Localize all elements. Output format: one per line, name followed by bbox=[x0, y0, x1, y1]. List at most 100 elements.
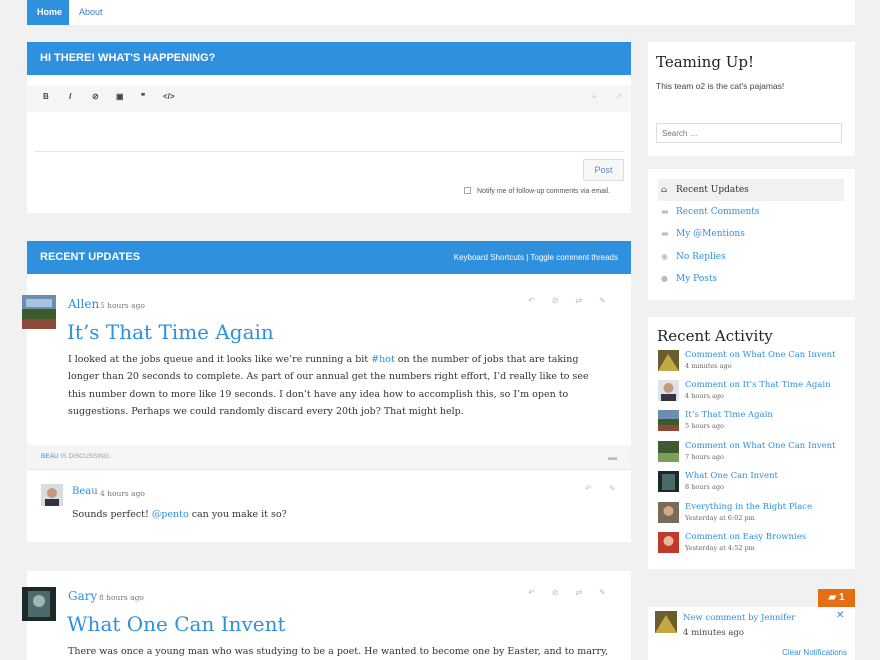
hashtag-link[interactable]: #hot bbox=[371, 354, 395, 365]
edit-icon[interactable]: ✎ bbox=[609, 484, 616, 493]
activity-date: 4 hours ago bbox=[685, 392, 724, 400]
menu-label: Recent Updates bbox=[676, 185, 749, 195]
post-time[interactable]: 8 hours ago bbox=[99, 593, 144, 602]
close-icon[interactable]: ✕ bbox=[836, 610, 844, 621]
comment-body: Sounds perfect! @pento can you make it s… bbox=[72, 506, 287, 523]
preview-icon[interactable]: ≡ bbox=[592, 92, 597, 101]
notification-badge[interactable]: ▰ 1 bbox=[818, 589, 855, 607]
post-box: HI THERE! WHAT'S HAPPENING? B I ⊘ ▣ ❞ </… bbox=[27, 42, 631, 213]
user-icon: ● bbox=[661, 274, 668, 283]
reply-icon[interactable]: ↶ bbox=[528, 296, 535, 305]
reply-icon[interactable]: ↶ bbox=[528, 588, 535, 597]
post-text: I looked at the jobs queue and it looks … bbox=[68, 354, 372, 365]
code-icon[interactable]: </> bbox=[163, 92, 175, 101]
activity-item[interactable]: Comment on What One Can Invent 7 hours ag… bbox=[658, 441, 854, 471]
activity-thumbnail bbox=[658, 502, 679, 523]
nav-home[interactable]: Home bbox=[27, 0, 69, 25]
post-title[interactable]: It’s That Time Again bbox=[67, 320, 274, 344]
comment-text: can you make it so? bbox=[188, 509, 287, 520]
reply-icon[interactable]: ↶ bbox=[585, 484, 592, 493]
activity-title[interactable]: Comment on What One Can Invent bbox=[685, 441, 836, 451]
activity-date: 5 hours ago bbox=[685, 422, 724, 430]
recent-updates-title: RECENT UPDATES bbox=[40, 251, 141, 263]
activity-item[interactable]: Comment on Easy Brownies Yesterday at 4:5… bbox=[658, 532, 854, 562]
activity-date: 7 hours ago bbox=[685, 453, 724, 461]
post-button[interactable]: Post bbox=[583, 159, 624, 181]
activity-item[interactable]: Comment on What One Can Invent 4 minutes … bbox=[658, 350, 854, 380]
expand-icon[interactable]: ↗ bbox=[615, 92, 622, 101]
keyboard-shortcuts-link[interactable]: Keyboard Shortcuts | Toggle comment thre… bbox=[454, 241, 618, 274]
menu-item-my-posts[interactable]: ● My Posts bbox=[658, 268, 844, 290]
post-textarea[interactable] bbox=[35, 114, 623, 150]
search-input[interactable] bbox=[656, 123, 842, 143]
activity-title[interactable]: Everything in the Right Place bbox=[685, 502, 812, 512]
activity-title[interactable]: Comment on It’s That Time Again bbox=[685, 380, 831, 390]
menu-item-recent-comments[interactable]: ▬ Recent Comments bbox=[658, 201, 844, 223]
menu-label: My @Mentions bbox=[676, 229, 745, 239]
post-box-heading: HI THERE! WHAT'S HAPPENING? bbox=[27, 42, 631, 75]
post-body: I looked at the jobs queue and it looks … bbox=[68, 351, 608, 420]
post-time[interactable]: 5 hours ago bbox=[100, 301, 145, 310]
post-author[interactable]: Allen bbox=[68, 297, 99, 311]
pin-icon[interactable]: ✎ bbox=[599, 588, 606, 597]
move-icon[interactable]: ⇄ bbox=[575, 296, 582, 305]
bold-icon[interactable]: B bbox=[43, 92, 49, 101]
menu-label: Recent Comments bbox=[676, 207, 760, 217]
recent-activity-title: Recent Activity bbox=[657, 327, 773, 345]
activity-date: Yesterday at 4:52 pm bbox=[685, 544, 755, 552]
move-icon[interactable]: ⇄ bbox=[575, 588, 582, 597]
link-icon[interactable]: ⊘ bbox=[552, 588, 559, 597]
home-icon: ⌂ bbox=[661, 185, 668, 194]
post-body: There was once a young man who was study… bbox=[68, 646, 608, 657]
notification-count: 1 bbox=[838, 592, 845, 603]
comments-icon: ▬ bbox=[661, 207, 669, 216]
menu-item-recent-updates[interactable]: ⌂ Recent Updates bbox=[658, 179, 844, 201]
activity-thumbnail bbox=[658, 410, 679, 431]
activity-item[interactable]: It’s That Time Again 5 hours ago bbox=[658, 410, 854, 440]
activity-title[interactable]: Comment on What One Can Invent bbox=[685, 350, 836, 360]
link-icon[interactable]: ⊘ bbox=[92, 92, 99, 101]
comment-actions: ↶ ✎ bbox=[568, 484, 615, 493]
pin-icon[interactable]: ✎ bbox=[599, 296, 606, 305]
comment-time[interactable]: 4 hours ago bbox=[100, 489, 145, 498]
clear-notifications-link[interactable]: Clear Notifications bbox=[782, 648, 847, 657]
image-icon[interactable]: ▣ bbox=[116, 92, 124, 101]
activity-title[interactable]: What One Can Invent bbox=[685, 471, 778, 481]
activity-thumbnail bbox=[658, 350, 679, 371]
italic-icon[interactable]: I bbox=[69, 92, 71, 101]
quote-icon[interactable]: ❞ bbox=[141, 92, 145, 101]
menu-item-mentions[interactable]: ▬ My @Mentions bbox=[658, 223, 844, 245]
editor-divider bbox=[35, 151, 623, 152]
menu-item-no-replies[interactable]: ◉ No Replies bbox=[658, 246, 844, 268]
menu-label: No Replies bbox=[676, 252, 726, 262]
link-icon[interactable]: ⊘ bbox=[552, 296, 559, 305]
activity-date: 8 hours ago bbox=[685, 483, 724, 491]
top-navigation: Home About bbox=[27, 0, 855, 25]
comments-icon[interactable]: ▬ bbox=[608, 445, 617, 469]
post-author[interactable]: Gary bbox=[68, 589, 97, 603]
avatar[interactable] bbox=[22, 587, 56, 621]
activity-item[interactable]: What One Can Invent 8 hours ago bbox=[658, 471, 854, 501]
notification-title[interactable]: New comment by Jennifer bbox=[683, 613, 795, 623]
post-title[interactable]: What One Can Invent bbox=[67, 612, 286, 636]
comment-author[interactable]: Beau bbox=[72, 486, 98, 497]
eye-icon: ◉ bbox=[661, 252, 668, 261]
recent-activity-widget: Recent Activity Comment on What One Can … bbox=[648, 317, 855, 569]
mention-link[interactable]: @pento bbox=[152, 509, 189, 520]
activity-item[interactable]: Comment on It’s That Time Again 4 hours a… bbox=[658, 380, 854, 410]
activity-item[interactable]: Everything in the Right Place Yesterday a… bbox=[658, 502, 854, 532]
activity-title[interactable]: Comment on Easy Brownies bbox=[685, 532, 806, 542]
activity-thumbnail bbox=[658, 380, 679, 401]
avatar[interactable] bbox=[41, 484, 63, 506]
activity-thumbnail bbox=[658, 532, 679, 553]
discussion-bar: BEAU IS DISCUSSING. ▬ bbox=[27, 445, 631, 469]
avatar[interactable] bbox=[22, 295, 56, 329]
notify-checkbox-row[interactable]: Notify me of follow-up comments via emai… bbox=[464, 187, 610, 195]
nav-about[interactable]: About bbox=[69, 0, 113, 25]
site-title[interactable]: Teaming Up! bbox=[656, 53, 754, 71]
notification-thumbnail bbox=[655, 611, 677, 633]
discussing-user[interactable]: BEAU bbox=[41, 453, 59, 460]
activity-title[interactable]: It’s That Time Again bbox=[685, 410, 773, 420]
notify-checkbox[interactable] bbox=[464, 187, 471, 194]
site-info-widget: Teaming Up! This team o2 is the cat's pa… bbox=[648, 42, 855, 156]
